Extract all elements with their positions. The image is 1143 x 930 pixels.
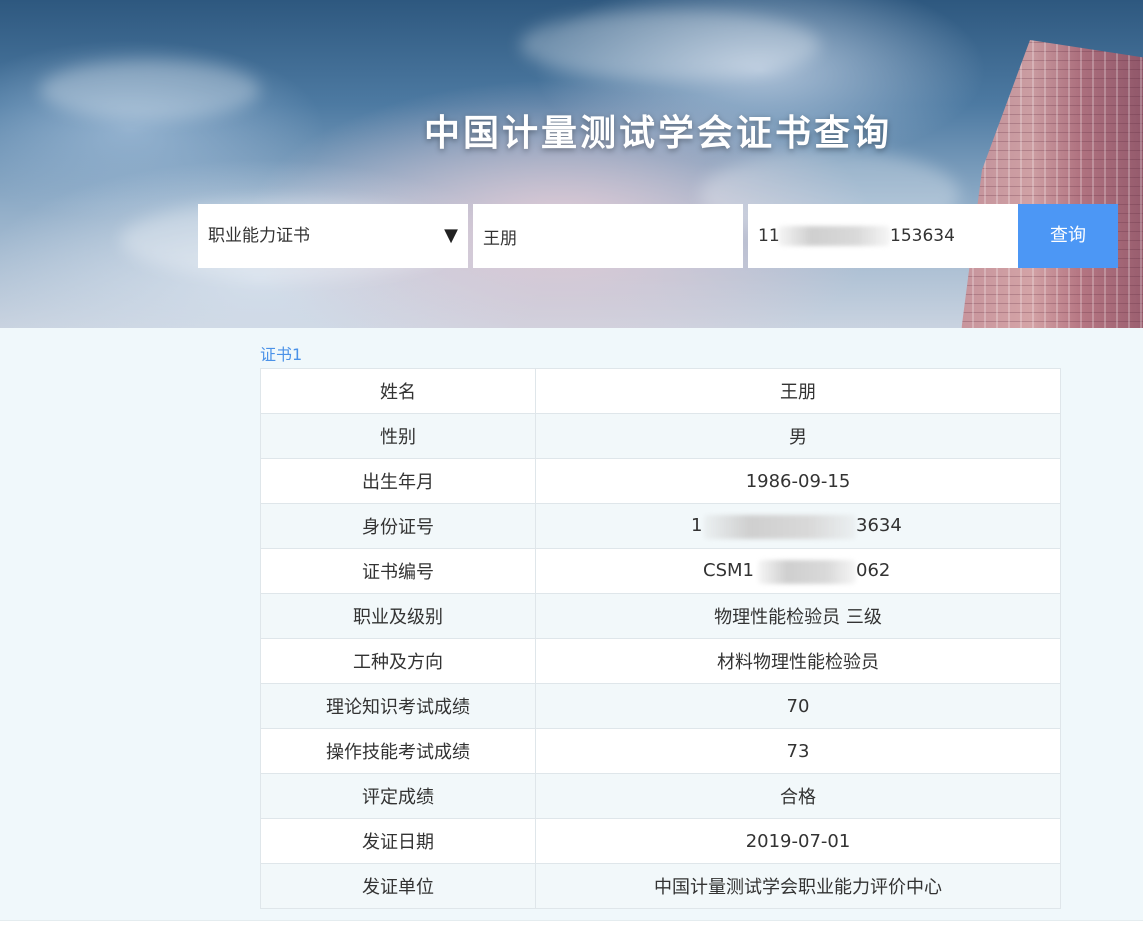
row-key: 身份证号: [260, 503, 536, 549]
cert-type-selected: 职业能力证书: [208, 226, 310, 246]
row-value: 73: [535, 728, 1061, 774]
id-redaction-mask: [704, 515, 856, 539]
page-footer-strip: [0, 920, 1143, 930]
dropdown-triangle-icon: ▼: [444, 225, 458, 246]
row-value: CSM1 062: [535, 548, 1061, 594]
banner-cloud: [520, 10, 820, 80]
row-key: 工种及方向: [260, 638, 536, 684]
row-value: 1986-09-15: [535, 458, 1061, 504]
banner-building-windows: [960, 40, 1143, 328]
header-banner: 中国计量测试学会证书查询 职业能力证书 ▼ 11 153634 查询: [0, 0, 1143, 328]
table-row: 出生年月 1986-09-15: [260, 458, 1061, 504]
table-row: 工种及方向 材料物理性能检验员: [260, 638, 1061, 684]
row-value: 合格: [535, 773, 1061, 819]
cert-no-suffix: 062: [856, 560, 891, 581]
id-number-suffix: 153634: [890, 226, 955, 246]
row-value: 1 3634: [535, 503, 1061, 549]
name-input[interactable]: [473, 204, 743, 268]
certificate-table: 姓名 王朋 性别 男 出生年月 1986-09-15 身份证号 1 3634 证…: [260, 368, 1061, 909]
row-key: 出生年月: [260, 458, 536, 504]
row-key: 性别: [260, 413, 536, 459]
cert-no-redaction-mask: [758, 560, 856, 584]
table-row: 性别 男: [260, 413, 1061, 459]
row-key: 操作技能考试成绩: [260, 728, 536, 774]
table-row: 理论知识考试成绩 70: [260, 683, 1061, 729]
row-value: 2019-07-01: [535, 818, 1061, 864]
row-value: 男: [535, 413, 1061, 459]
row-key: 职业及级别: [260, 593, 536, 639]
id-number-input[interactable]: 11 153634: [748, 204, 1018, 268]
table-row: 发证单位 中国计量测试学会职业能力评价中心: [260, 863, 1061, 909]
id-value-suffix: 3634: [856, 515, 902, 536]
table-row: 评定成绩 合格: [260, 773, 1061, 819]
tab-certificate-1[interactable]: 证书1: [260, 341, 302, 365]
cert-no-prefix: CSM1: [703, 560, 754, 581]
table-row: 操作技能考试成绩 73: [260, 728, 1061, 774]
table-row: 职业及级别 物理性能检验员 三级: [260, 593, 1061, 639]
table-row: 证书编号 CSM1 062: [260, 548, 1061, 594]
row-value: 物理性能检验员 三级: [535, 593, 1061, 639]
row-key: 发证日期: [260, 818, 536, 864]
result-panel: 证书1 姓名 王朋 性别 男 出生年月 1986-09-15 身份证号 1 36…: [0, 328, 1143, 920]
row-value: 王朋: [535, 368, 1061, 414]
table-row: 发证日期 2019-07-01: [260, 818, 1061, 864]
row-key: 评定成绩: [260, 773, 536, 819]
page-title: 中国计量测试学会证书查询: [423, 113, 892, 154]
table-row: 身份证号 1 3634: [260, 503, 1061, 549]
row-key: 理论知识考试成绩: [260, 683, 536, 729]
query-button[interactable]: 查询: [1018, 204, 1118, 268]
row-value: 70: [535, 683, 1061, 729]
row-value: 中国计量测试学会职业能力评价中心: [535, 863, 1061, 909]
table-row: 姓名 王朋: [260, 368, 1061, 414]
row-key: 证书编号: [260, 548, 536, 594]
row-value: 材料物理性能检验员: [535, 638, 1061, 684]
row-key: 姓名: [260, 368, 536, 414]
id-redaction-mask: [778, 226, 890, 246]
cert-type-select[interactable]: 职业能力证书 ▼: [198, 204, 468, 268]
id-number-prefix: 11: [758, 226, 780, 246]
id-value-prefix: 1: [691, 515, 703, 536]
row-key: 发证单位: [260, 863, 536, 909]
